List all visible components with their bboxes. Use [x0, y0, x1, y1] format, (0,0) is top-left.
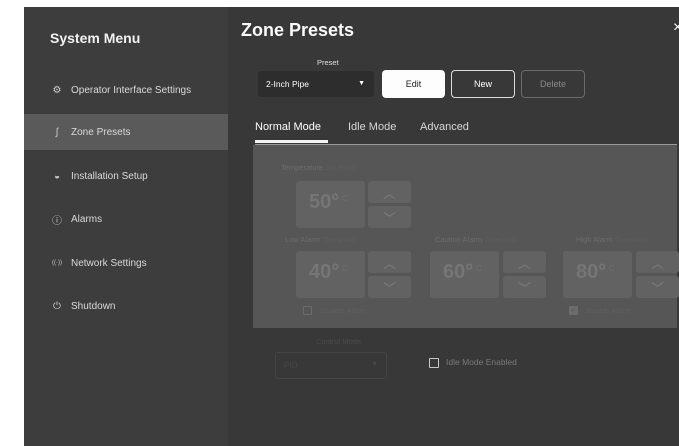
high-alarm-label: High Alarm Threshold	[576, 235, 648, 244]
sidebar-item-label: Alarms	[71, 213, 103, 225]
app-frame: System Menu ⚙ Operator Interface Setting…	[24, 7, 679, 446]
preset-select[interactable]: 2-Inch Pipe ▼	[258, 71, 374, 97]
installation-icon: ◒	[53, 170, 61, 182]
sidebar-item-operator-interface-settings[interactable]: ⚙ Operator Interface Settings	[24, 72, 228, 108]
power-icon: ⏻	[53, 300, 61, 312]
high-alarm-value-box: 80° C	[563, 251, 632, 298]
sidebar-title: System Menu	[50, 30, 141, 46]
chevron-down-icon: ▼	[358, 80, 365, 87]
high-alarm-value: 80°	[576, 261, 607, 283]
caution-alarm-value: 60°	[443, 261, 474, 283]
low-alarm-label-sub: Threshold	[321, 235, 356, 244]
page-title: Zone Presets	[241, 20, 355, 40]
temperature-label: Temperature Set Point	[281, 163, 356, 172]
low-alarm-label-text: Low Alarm	[285, 235, 321, 244]
caution-alarm-unit: C	[476, 264, 482, 273]
gear-icon: ⚙	[52, 84, 62, 96]
tab-normal-mode[interactable]: Normal Mode	[255, 121, 321, 133]
low-alarm-up-button[interactable]: ︿	[368, 251, 411, 273]
sidebar-item-label: Zone Presets	[71, 126, 131, 138]
sidebar-item-label: Operator Interface Settings	[71, 84, 192, 96]
high-alarm-up-button[interactable]: ︿	[636, 251, 679, 273]
sidebar-item-zone-presets[interactable]: ∫ Zone Presets	[24, 114, 228, 150]
chevron-down-icon: ▼	[371, 361, 378, 368]
temperature-down-button[interactable]: ﹀	[368, 206, 411, 228]
caution-alarm-value-box: 60° C	[430, 251, 499, 298]
low-alarm-checkbox[interactable]	[303, 306, 312, 315]
alert-circle-icon: ⓘ	[52, 215, 62, 227]
temperature-label-text: Temperature	[281, 163, 324, 172]
high-alarm-checkbox[interactable]: ✓	[569, 306, 578, 315]
normal-mode-panel: Temperature Set Point 50° C ︿ ﹀ Low Alar…	[253, 145, 679, 328]
low-alarm-down-button[interactable]: ﹀	[368, 276, 411, 298]
high-alarm-label-sub: Threshold	[614, 235, 648, 244]
control-mode-value: PID	[284, 361, 298, 370]
temperature-value-box: 50° C	[296, 181, 365, 228]
sidebar-item-label: Installation Setup	[71, 170, 148, 182]
caution-alarm-label-text: Caution Alarm	[435, 235, 483, 244]
tab-advanced[interactable]: Advanced	[420, 121, 469, 133]
low-alarm-value: 40°	[309, 261, 340, 283]
idle-mode-label: Idle Mode Enabled	[446, 357, 517, 367]
low-alarm-unit: C	[342, 264, 348, 273]
temperature-unit: C	[342, 194, 348, 203]
sidebar-item-network-settings[interactable]: ((·)) Network Settings	[24, 245, 228, 281]
preset-caption: Preset	[317, 58, 339, 67]
caution-alarm-label-sub: Threshold	[484, 235, 518, 244]
tab-idle-mode[interactable]: Idle Mode	[348, 121, 396, 133]
control-mode-caption: Control Mode	[316, 337, 362, 346]
temperature-label-sub: Set Point	[325, 163, 356, 172]
caution-alarm-up-button[interactable]: ︿	[503, 251, 546, 273]
preset-value: 2-Inch Pipe	[266, 79, 309, 89]
low-alarm-checkbox-label: Disable Alarm	[320, 306, 367, 315]
active-tab-indicator	[255, 140, 328, 143]
control-mode-select[interactable]: PID ▼	[275, 352, 387, 379]
sidebar-item-shutdown[interactable]: ⏻ Shutdown	[24, 288, 228, 324]
main-panel: Zone Presets × Preset 2-Inch Pipe ▼ Edit…	[228, 7, 679, 446]
high-alarm-label-text: High Alarm	[576, 235, 613, 244]
delete-button[interactable]: Delete	[521, 70, 585, 98]
sidebar: System Menu ⚙ Operator Interface Setting…	[24, 7, 228, 446]
low-alarm-label: Low Alarm Threshold	[285, 235, 355, 244]
temperature-value: 50°	[309, 191, 340, 213]
low-alarm-value-box: 40° C	[296, 251, 365, 298]
edit-button[interactable]: Edit	[382, 70, 445, 98]
high-alarm-checkbox-label: Enable Alarm	[586, 306, 631, 315]
sidebar-item-alarms[interactable]: ⓘ Alarms	[24, 201, 228, 237]
temperature-up-button[interactable]: ︿	[368, 181, 411, 203]
new-button[interactable]: New	[451, 70, 515, 98]
high-alarm-down-button[interactable]: ﹀	[636, 276, 679, 298]
caution-alarm-down-button[interactable]: ﹀	[503, 276, 546, 298]
sidebar-item-installation-setup[interactable]: ◒ Installation Setup	[24, 158, 228, 194]
idle-mode-checkbox[interactable]	[429, 358, 439, 368]
sidebar-item-label: Network Settings	[71, 257, 147, 269]
caution-alarm-label: Caution Alarm Threshold	[435, 235, 517, 244]
high-alarm-unit: C	[609, 264, 615, 273]
close-icon[interactable]: ×	[673, 19, 679, 37]
sidebar-item-label: Shutdown	[71, 300, 116, 312]
pipe-icon: ∫	[55, 126, 59, 138]
wireless-icon: ((·))	[52, 260, 62, 266]
